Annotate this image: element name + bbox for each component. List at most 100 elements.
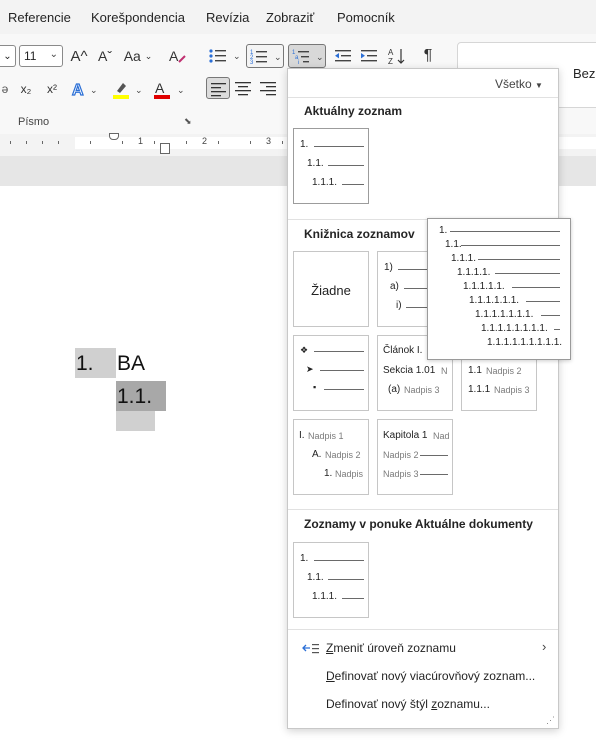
decrease-indent-button[interactable]: [332, 46, 354, 66]
clear-formatting-icon: A: [169, 48, 186, 64]
list-thumb-current[interactable]: 1. 1.1. 1.1.1.: [293, 128, 369, 204]
highlight-button[interactable]: ⌄: [110, 78, 146, 100]
ruler-tick: [26, 141, 27, 144]
align-center-icon: [235, 82, 251, 96]
chevron-down-icon: ⌄: [144, 50, 153, 61]
list-thumb-bullets[interactable]: ❖ ➤ ▪: [293, 335, 369, 411]
shrink-font-button[interactable]: Aˇ: [94, 46, 116, 66]
align-right-button[interactable]: [258, 78, 278, 98]
change-case-label: Aa: [123, 48, 141, 64]
text-effects-icon: A ⌄: [71, 81, 97, 99]
tab-pomocnik[interactable]: Pomocník: [337, 10, 395, 25]
thumb-label: 1.1: [468, 365, 482, 376]
svg-text:Z: Z: [388, 57, 393, 66]
menu-item-text: meniť úroveň zoznamu: [333, 641, 456, 655]
thumb-line: [342, 184, 364, 185]
show-formatting-button[interactable]: ¶: [418, 46, 438, 66]
font-size-box[interactable]: 11 ⌄: [19, 45, 63, 67]
tooltip-line: [554, 329, 560, 330]
grow-font-button[interactable]: A^: [68, 46, 90, 66]
svg-text:A: A: [388, 48, 394, 57]
list-thumb-document[interactable]: 1. 1.1. 1.1.1.: [293, 542, 369, 618]
superscript-button[interactable]: x²: [42, 79, 62, 99]
multilevel-list-button[interactable]: 1 a i ⌄: [288, 44, 326, 68]
svg-text:3: 3: [250, 60, 254, 66]
ruler-number: 3: [266, 136, 272, 146]
bullets-icon: ⌄: [209, 49, 241, 63]
subscript-label: x₂: [20, 82, 32, 96]
define-style-label: Definovať nový štýl zoznamu...: [326, 697, 490, 711]
thumb-label: A.: [312, 449, 322, 460]
superscript-label: x²: [47, 82, 57, 96]
ruler-tick: [154, 141, 155, 144]
list-number-level1[interactable]: 1.: [76, 352, 94, 376]
bullets-button[interactable]: ⌄: [206, 46, 242, 66]
thumb-label: Článok I.: [383, 345, 423, 356]
tab-zobrazit[interactable]: Zobraziť: [266, 10, 314, 25]
resize-grip-icon[interactable]: ⋰: [546, 715, 555, 726]
font-color-button[interactable]: A ⌄: [152, 78, 188, 100]
list-thumb-chapter[interactable]: Kapitola 1 Nad Nadpis 2 Nadpis 3: [377, 419, 453, 495]
align-left-button[interactable]: [206, 77, 230, 99]
tab-referencie[interactable]: Referencie: [8, 10, 71, 25]
numbering-button[interactable]: 1 2 3 ⌄: [246, 44, 284, 68]
list-number-level2[interactable]: 1.1.: [117, 385, 152, 409]
strikethrough-button[interactable]: ə: [0, 80, 10, 98]
multilevel-list-icon: 1ai⌄: [292, 50, 324, 66]
change-case-button[interactable]: Aa ⌄: [122, 46, 154, 66]
menu-item-define-style[interactable]: Definovať nový štýl zoznamu...: [288, 693, 558, 715]
separator: [288, 629, 558, 630]
font-group-label: Písmo: [18, 116, 50, 128]
dialog-launcher-icon[interactable]: ⬊: [184, 116, 192, 127]
subscript-button[interactable]: x₂: [16, 79, 36, 99]
ruler-number: 1: [138, 136, 144, 146]
thumb-gray-label: Nadpis 3: [404, 385, 440, 395]
menu-item-text: oznamu...: [437, 697, 490, 711]
tooltip-level-label: 1.1.1.1.1.1.1.1.1.: [487, 337, 563, 348]
increase-indent-button[interactable]: [358, 46, 380, 66]
ruler-tick: [218, 141, 219, 144]
thumb-label: a): [390, 281, 399, 292]
thumb-label: 1.1.1: [468, 384, 491, 395]
align-center-button[interactable]: [233, 78, 253, 98]
tooltip-level-label: 1.1.1.1.1.1.1.: [475, 309, 534, 320]
filter-dropdown[interactable]: Všetko ▼: [495, 77, 543, 91]
tab-korespondencia[interactable]: Korešpondencia: [91, 10, 185, 25]
sort-button[interactable]: AZ: [386, 46, 408, 66]
hanging-indent-marker[interactable]: [160, 143, 170, 154]
svg-text:⌄: ⌄: [233, 51, 241, 61]
tooltip-level-label: 1.1.1.1.1.1.1.1.: [481, 323, 548, 334]
svg-text:A: A: [72, 82, 84, 99]
style-bez-medzier[interactable]: Bez: [573, 66, 595, 81]
thumb-line: [324, 389, 364, 390]
list-preview-tooltip: 1. 1.1. 1.1.1. 1.1.1.1. 1.1.1.1.1. 1.1.1…: [427, 218, 571, 360]
list-thumb-none[interactable]: Žiadne: [293, 251, 369, 327]
menu-item-text: Definovať nový štýl: [326, 697, 432, 711]
menu-item-change-level[interactable]: Zmeniť úroveň zoznamu ›: [288, 637, 558, 659]
first-line-indent-marker[interactable]: [109, 133, 119, 140]
clear-formatting-button[interactable]: A: [166, 46, 188, 66]
thumb-line: [314, 351, 364, 352]
align-left-icon: [211, 83, 226, 97]
menu-item-define-multilevel[interactable]: Definovať nový viacúrovňový zoznam...: [288, 665, 558, 687]
thumb-label: Kapitola 1: [383, 430, 428, 441]
thumb-gray-label: N: [441, 366, 448, 376]
caret-down-icon: ▼: [535, 81, 543, 90]
tooltip-line: [495, 273, 560, 274]
svg-text:⌄: ⌄: [274, 52, 282, 62]
svg-text:⌄: ⌄: [177, 85, 185, 95]
list-thumb-roman-heading[interactable]: I. Nadpis 1 A. Nadpis 2 1. Nadpis: [293, 419, 369, 495]
text-effects-button[interactable]: A ⌄: [68, 78, 102, 100]
list-text-level1[interactable]: BA: [117, 352, 145, 376]
thumb-label: I.: [299, 430, 305, 441]
font-name-box[interactable]: ⌄: [0, 45, 16, 67]
thumb-label: (a): [388, 384, 401, 395]
section-list-library: Knižnica zoznamov: [304, 227, 415, 241]
tooltip-line: [450, 231, 560, 232]
tab-revizia[interactable]: Revízia: [206, 10, 249, 25]
thumb-label: 1): [384, 262, 393, 273]
font-color-icon: A ⌄: [154, 80, 185, 99]
thumb-gray-label: Nadpis: [335, 469, 364, 479]
thumb-line: [420, 455, 448, 456]
tooltip-level-label: 1.1.1.1.: [457, 267, 491, 278]
